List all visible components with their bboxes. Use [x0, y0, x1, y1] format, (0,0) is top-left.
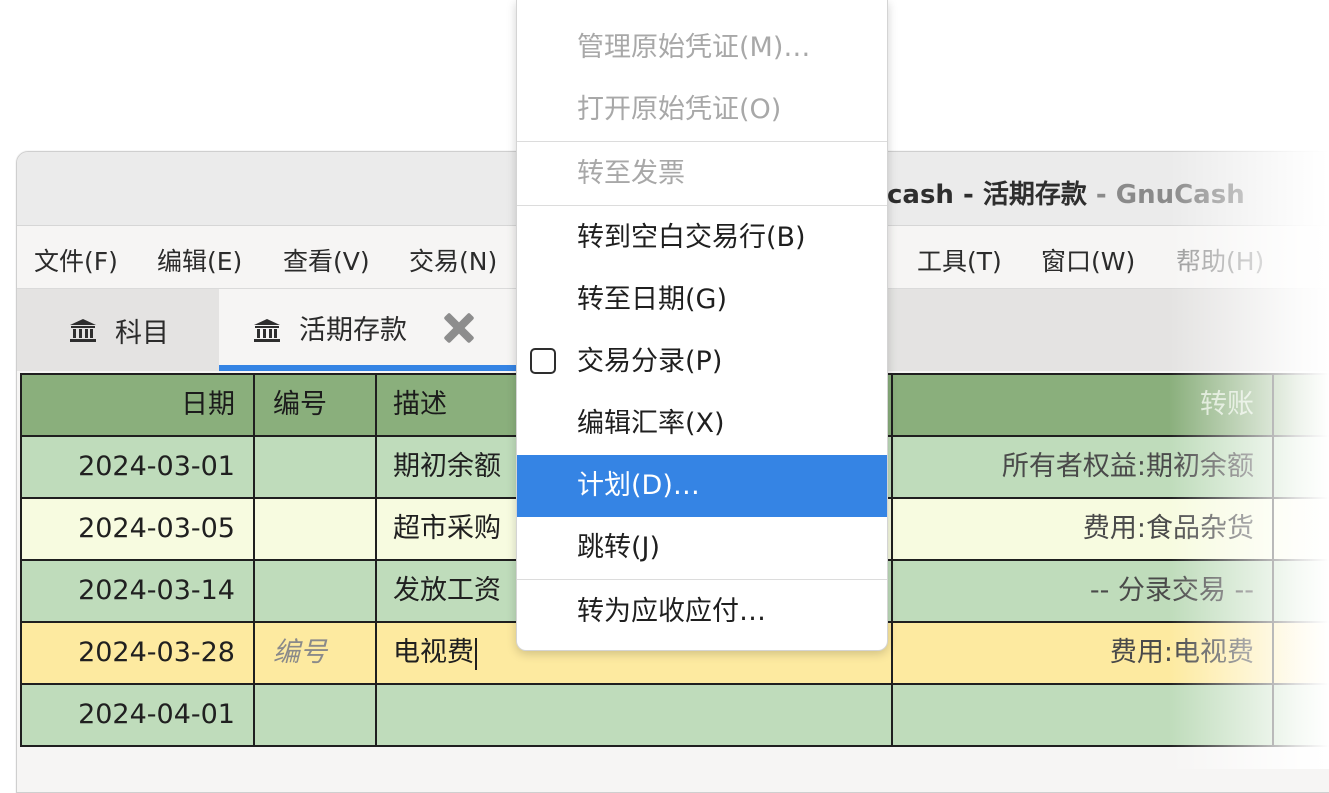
- cell-date[interactable]: 2024-03-05: [20, 499, 255, 559]
- menu-help[interactable]: 帮助(H): [1176, 242, 1264, 278]
- cell-more[interactable]: [1274, 499, 1329, 559]
- menu-separator: [517, 141, 887, 142]
- cell-more[interactable]: [1274, 561, 1329, 621]
- menu-item-manage-documents[interactable]: 管理原始凭证(M)…: [517, 17, 887, 79]
- cell-num[interactable]: [255, 561, 377, 621]
- tab-checking[interactable]: 活期存款: [219, 289, 559, 371]
- menu-edit[interactable]: 编辑(E): [157, 242, 242, 278]
- cell-date[interactable]: 2024-03-28: [20, 623, 255, 683]
- cell-more[interactable]: [1274, 685, 1329, 745]
- menu-separator: [517, 205, 887, 206]
- header-more: [1274, 375, 1329, 435]
- cell-account[interactable]: 费用:食品杂货: [893, 499, 1274, 559]
- window-title: cash - 活期存款 - GnuCash: [887, 180, 1245, 210]
- cell-desc[interactable]: [377, 685, 893, 745]
- cell-more[interactable]: [1274, 623, 1329, 683]
- tab-accounts[interactable]: 科目: [17, 289, 219, 371]
- menu-item-goto-invoice[interactable]: 转至发票: [517, 143, 887, 205]
- cell-date[interactable]: 2024-03-14: [20, 561, 255, 621]
- table-row-blank[interactable]: 2024-04-01: [20, 685, 1329, 747]
- menu-item-assign-payment[interactable]: 转为应收应付…: [517, 581, 887, 643]
- bank-icon: [70, 319, 96, 342]
- menu-file[interactable]: 文件(F): [34, 242, 118, 278]
- tab-accounts-label: 科目: [115, 317, 169, 349]
- cell-account[interactable]: -- 分录交易 --: [893, 561, 1274, 621]
- header-date[interactable]: 日期: [20, 375, 255, 435]
- desc-text: 电视费: [393, 637, 474, 668]
- menu-item-goto-date[interactable]: 转至日期(G): [517, 269, 887, 331]
- menu-transaction[interactable]: 交易(N): [409, 242, 497, 278]
- menu-view[interactable]: 查看(V): [283, 242, 370, 278]
- cell-date[interactable]: 2024-04-01: [20, 685, 255, 745]
- cell-num[interactable]: [255, 437, 377, 497]
- cell-account[interactable]: [893, 685, 1274, 745]
- header-num[interactable]: 编号: [255, 375, 377, 435]
- menu-item-blank-transaction[interactable]: 转到空白交易行(B): [517, 207, 887, 269]
- menu-item-edit-exchange-rate[interactable]: 编辑汇率(X): [517, 393, 887, 455]
- menu-item-open-document[interactable]: 打开原始凭证(O): [517, 79, 887, 141]
- split-transaction-label: 交易分录(P): [577, 346, 723, 377]
- bank-icon: [254, 319, 280, 342]
- checkbox-icon[interactable]: [530, 348, 556, 374]
- menu-item-jump[interactable]: 跳转(J): [517, 517, 887, 579]
- menu-window[interactable]: 窗口(W): [1041, 242, 1135, 278]
- cell-account[interactable]: 所有者权益:期初余额: [893, 437, 1274, 497]
- header-account[interactable]: 转账: [893, 375, 1274, 435]
- close-icon[interactable]: [441, 310, 475, 344]
- menu-separator: [517, 579, 887, 580]
- menu-tools[interactable]: 工具(T): [917, 242, 1002, 278]
- cell-num-input[interactable]: 编号: [255, 623, 377, 683]
- cell-num[interactable]: [255, 685, 377, 745]
- cell-account[interactable]: 费用:电视费: [893, 623, 1274, 683]
- cell-num[interactable]: [255, 499, 377, 559]
- tab-checking-label: 活期存款: [299, 314, 407, 346]
- text-caret: [475, 637, 477, 670]
- transaction-popup-menu: 管理原始凭证(M)… 打开原始凭证(O) 转至发票 转到空白交易行(B) 转至日…: [516, 0, 888, 651]
- menu-item-split-transaction[interactable]: 交易分录(P): [517, 331, 887, 393]
- menu-item-schedule[interactable]: 计划(D)…: [517, 455, 887, 517]
- cell-more[interactable]: [1274, 437, 1329, 497]
- cell-date[interactable]: 2024-03-01: [20, 437, 255, 497]
